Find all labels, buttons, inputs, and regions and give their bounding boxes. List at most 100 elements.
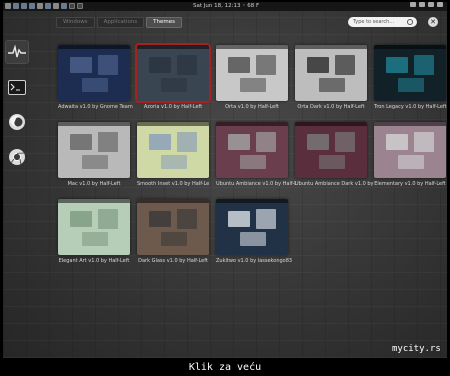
theme-caption: Orta v1.0 by Half-Left [225,104,279,110]
screenshot-frame: Sat Jun 18, 12:13 ◦ 68 F Windows Applica… [0,0,450,376]
preview-panel [137,199,209,203]
preview-window [240,232,266,246]
tab-applications[interactable]: Applications [96,17,145,28]
theme-caption: Adwaita v1.0 by Gnome Team [58,104,133,110]
theme-preview[interactable] [137,122,209,178]
window-icon[interactable] [69,3,75,9]
dock-item-monitor[interactable] [5,40,29,64]
theme-preview[interactable] [374,122,446,178]
tab-windows[interactable]: Windows [56,17,95,28]
preview-panel [374,122,446,126]
preview-panel [137,122,209,126]
preview-window [256,55,276,75]
preview-window [414,132,434,152]
browser-icon[interactable] [61,3,67,9]
preview-window [386,57,408,73]
theme-card[interactable]: Azoria v1.0 by Half-Left [135,43,211,110]
theme-preview[interactable] [216,199,288,255]
preview-window [161,78,187,92]
theme-preview[interactable] [374,45,446,101]
theme-card[interactable]: Ubuntu Ambiance Dark v1.0 by [295,122,373,187]
theme-caption: Elementary v1.0 by Half-Left [374,181,446,187]
theme-caption: Tron Legacy v1.0 by Half-Left [374,104,447,110]
theme-preview[interactable] [58,122,130,178]
terminal-icon[interactable] [45,3,51,9]
theme-caption: Dark Glass v1.0 by Half-Left [138,258,208,264]
preview-window [307,134,329,150]
theme-preview[interactable] [295,122,367,178]
theme-card[interactable]: Dark Glass v1.0 by Half-Left [137,199,209,264]
view-tabs: Windows Applications Themes [56,17,183,28]
preview-window [149,134,171,150]
dock-item-chrome[interactable] [5,145,29,169]
preview-window [98,55,118,75]
theme-card[interactable]: Orta v1.0 by Half-Left [216,45,288,110]
forward-icon[interactable] [21,3,27,9]
theme-preview[interactable] [295,45,367,101]
preview-window [414,55,434,75]
files-icon[interactable] [37,3,43,9]
theme-card[interactable]: Elementary v1.0 by Half-Left [374,122,446,187]
system-tray [410,2,443,7]
volume-icon[interactable] [419,2,425,7]
theme-caption: Azoria v1.0 by Half-Left [143,104,203,110]
preview-window [240,78,266,92]
theme-card[interactable]: Smooth Inset v1.0 by Half-Le [137,122,209,187]
preview-window [177,209,197,229]
preview-window [335,132,355,152]
window-icon[interactable] [77,3,83,9]
network-icon[interactable] [410,2,416,7]
theme-caption: Ubuntu Ambiance v1.0 by Half-L [216,181,297,187]
theme-preview[interactable] [58,199,130,255]
terminal-icon [8,79,26,95]
preview-window [256,132,276,152]
preview-window [228,134,250,150]
top-panel: Sat Jun 18, 12:13 ◦ 68 F [3,2,447,11]
preview-window [307,57,329,73]
preview-window [161,155,187,169]
dock-item-terminal[interactable] [5,75,29,99]
battery-icon[interactable] [428,2,434,7]
power-icon[interactable] [437,2,443,7]
preview-window [240,155,266,169]
theme-card[interactable]: Mac v1.0 by Half-Left [58,122,130,187]
tab-themes[interactable]: Themes [146,17,183,28]
preview-window [70,211,92,227]
search-input[interactable]: Type to search... [348,17,417,27]
theme-preview[interactable] [137,199,209,255]
preview-window [149,57,171,73]
preview-window [228,211,250,227]
menu-icon[interactable] [5,3,11,9]
preview-window [256,209,276,229]
theme-card[interactable]: Adwaita v1.0 by Gnome Team [58,45,133,110]
search-icon [407,19,413,25]
close-button[interactable]: ✕ [428,17,438,27]
preview-window [386,134,408,150]
theme-preview[interactable] [216,122,288,178]
theme-preview[interactable] [216,45,288,101]
panel-launchers [5,3,83,9]
theme-card[interactable]: Ubuntu Ambiance v1.0 by Half-L [216,122,297,187]
dock-item-firefox[interactable] [5,110,29,134]
theme-card[interactable]: Tron Legacy v1.0 by Half-Left [374,45,447,110]
preview-panel [216,122,288,126]
footer-caption[interactable]: Klik za veću [0,362,450,373]
theme-preview[interactable] [135,43,211,103]
preview-window [82,78,108,92]
firefox-icon [9,114,25,130]
theme-preview[interactable] [58,45,130,101]
theme-caption: Zukitwo v1.0 by lassekongo83 [216,258,293,264]
preview-window [335,55,355,75]
preview-panel [58,199,130,203]
preview-window [70,57,92,73]
theme-caption: Orta Dark v1.0 by Half-Left [297,104,365,110]
preview-panel [58,45,130,49]
theme-card[interactable]: Elegant Art v1.0 by Half-Left [58,199,130,264]
theme-card[interactable]: Zukitwo v1.0 by lassekongo83 [216,199,293,264]
theme-card[interactable]: Orta Dark v1.0 by Half-Left [295,45,367,110]
back-icon[interactable] [13,3,19,9]
panel-clock[interactable]: Sat Jun 18, 12:13 ◦ 68 F [193,2,259,11]
preview-window [228,57,250,73]
home-icon[interactable] [29,3,35,9]
settings-icon[interactable] [53,3,59,9]
